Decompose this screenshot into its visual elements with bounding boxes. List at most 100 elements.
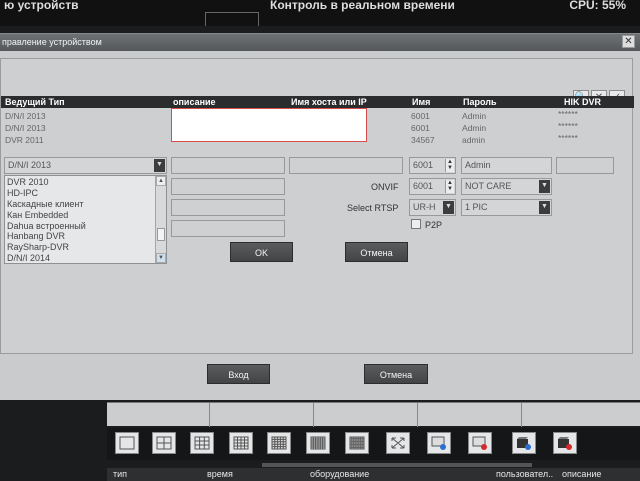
tab-cell[interactable]: [314, 403, 418, 427]
device-table-header: Ведущий Тип описание Имя хоста или IP Им…: [1, 96, 634, 108]
col-description: описание: [173, 97, 216, 107]
panel-titlebar: правление устройством ✕: [0, 34, 640, 51]
name-field[interactable]: 6001 ▲ ▼: [409, 157, 456, 174]
col-event-type: тип: [113, 469, 128, 479]
list-item[interactable]: Dahua встроенный: [7, 221, 86, 231]
device-list-title: ю устройств: [4, 0, 79, 12]
rtsp-select[interactable]: UR-H ▼: [409, 199, 456, 216]
tab-cell[interactable]: [418, 403, 522, 427]
tab-cell[interactable]: [210, 403, 314, 427]
spin-icon[interactable]: ▲ ▼: [445, 159, 454, 172]
device-type-value: D/N/I 2013: [8, 160, 52, 170]
device-type-select[interactable]: D/N/I 2013 ▼: [4, 157, 167, 174]
row-type: DVR 2011: [5, 135, 44, 145]
start-preview-icon[interactable]: [427, 432, 451, 454]
list-item[interactable]: HD-IPC: [7, 188, 38, 198]
bottom-tab-strip: [107, 402, 640, 427]
col-name: Имя: [412, 97, 431, 107]
row-password: admin: [462, 135, 486, 145]
top-tab-button[interactable]: [205, 12, 259, 26]
row-hik: ******: [558, 121, 578, 131]
login-button[interactable]: Вход: [207, 364, 270, 384]
layout-toolbar: [107, 428, 640, 460]
col-password: Пароль: [463, 97, 497, 107]
pic-select[interactable]: 1 PIC ▼: [461, 199, 552, 216]
row-hik: ******: [558, 133, 578, 143]
footer-cancel-button[interactable]: Отмена: [364, 364, 428, 384]
rtsp-label: Select RTSP: [347, 203, 399, 213]
list-item[interactable]: DVR 2010: [7, 177, 49, 187]
stop-preview-icon[interactable]: [468, 432, 492, 454]
name-value: 6001: [413, 160, 434, 170]
device-type-dropdown[interactable]: DVR 2010 HD-IPC Каскадные клиент Кан Emb…: [4, 175, 167, 264]
onvif-select-value: NOT CARE: [465, 181, 512, 191]
col-event-description: описание: [562, 469, 602, 479]
col-event-user: пользовател..: [496, 469, 554, 479]
layout-9-icon[interactable]: [190, 432, 214, 454]
close-icon[interactable]: ✕: [622, 35, 635, 48]
col-event-device: оборудование: [310, 469, 370, 479]
col-hik: HIK DVR: [564, 97, 602, 107]
row-name: 34567: [411, 135, 435, 145]
row-hik: ******: [558, 109, 578, 119]
onvif-port-value: 6001: [413, 181, 434, 191]
onvif-port-field[interactable]: 6001 ▲ ▼: [409, 178, 456, 195]
chevron-down-icon[interactable]: ▼: [443, 201, 454, 214]
chevron-down-icon[interactable]: ▼: [539, 201, 550, 214]
p2p-label: P2P: [425, 220, 443, 230]
pic-select-value: 1 PIC: [465, 202, 488, 212]
list-item[interactable]: Hanbang DVR: [7, 231, 65, 241]
list-item[interactable]: RaySharp-DVR: [7, 242, 69, 252]
col-host: Имя хоста или IP: [291, 97, 367, 107]
dropdown-scrollbar[interactable]: ▲ ▼: [155, 176, 166, 263]
scroll-track[interactable]: [262, 463, 532, 467]
scroll-thumb[interactable]: [157, 228, 165, 241]
layout-4-icon[interactable]: [152, 432, 176, 454]
spin-icon[interactable]: ▲ ▼: [445, 180, 454, 193]
row-password: Admin: [462, 111, 487, 121]
p2p-checkbox[interactable]: [411, 219, 421, 229]
ok-button[interactable]: OK: [230, 242, 293, 262]
hik-field[interactable]: [556, 157, 614, 174]
row-type: D/N/I 2013: [5, 111, 46, 121]
host-field[interactable]: [289, 157, 403, 174]
layout-16-icon[interactable]: [229, 432, 253, 454]
list-item[interactable]: D/N/I 2014: [7, 253, 50, 263]
panel-title: правление устройством: [2, 37, 102, 47]
password-value: Admin: [465, 160, 491, 170]
top-bar: ю устройств Контроль в реальном времени …: [0, 0, 640, 26]
extra-field-1[interactable]: [171, 178, 285, 195]
layout-64-icon[interactable]: [345, 432, 369, 454]
row-type: D/N/I 2013: [5, 123, 46, 133]
stop-record-icon[interactable]: [553, 432, 577, 454]
fullscreen-icon[interactable]: [386, 432, 410, 454]
col-event-time: время: [207, 469, 233, 479]
extra-field-2[interactable]: [171, 199, 285, 216]
start-record-icon[interactable]: [512, 432, 536, 454]
col-type: Ведущий Тип: [5, 97, 65, 107]
list-item[interactable]: Кан Embedded: [7, 210, 68, 220]
description-field[interactable]: [171, 157, 285, 174]
layout-36-icon[interactable]: [306, 432, 330, 454]
extra-field-3[interactable]: [171, 220, 285, 237]
live-view-title: Контроль в реальном времени: [270, 0, 455, 12]
scroll-down-icon[interactable]: ▼: [156, 253, 166, 263]
chevron-down-icon[interactable]: ▼: [154, 159, 165, 172]
row-password: Admin: [462, 123, 487, 133]
scroll-up-icon[interactable]: ▲: [156, 176, 166, 186]
description-preview-box: [171, 108, 367, 142]
onvif-label: ONVIF: [371, 182, 399, 192]
cancel-button[interactable]: Отмена: [345, 242, 408, 262]
row-name: 6001: [411, 111, 430, 121]
list-item[interactable]: Каскадные клиент: [7, 199, 84, 209]
row-name: 6001: [411, 123, 430, 133]
password-field[interactable]: Admin: [461, 157, 552, 174]
event-table-header: тип время оборудование пользовател.. опи…: [107, 468, 640, 481]
cpu-indicator: CPU: 55%: [569, 0, 626, 12]
layout-1-icon[interactable]: [115, 432, 139, 454]
layout-25-icon[interactable]: [267, 432, 291, 454]
rtsp-select-value: UR-H: [413, 202, 436, 212]
tab-cell[interactable]: [107, 403, 210, 427]
onvif-select[interactable]: NOT CARE ▼: [461, 178, 552, 195]
chevron-down-icon[interactable]: ▼: [539, 180, 550, 193]
